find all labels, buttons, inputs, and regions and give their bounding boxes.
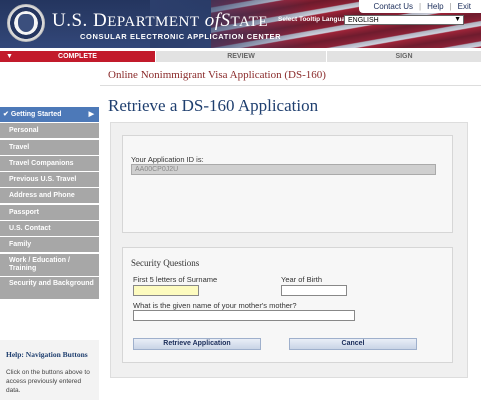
- sidebar-item-address-and-phone[interactable]: Address and Phone: [0, 188, 99, 204]
- security-questions-title: Security Questions: [131, 258, 200, 268]
- app-id-label: Your Application ID is:: [131, 155, 204, 164]
- sidebar-item-us-contact[interactable]: U.S. Contact: [0, 221, 99, 237]
- language-label: Select Tooltip Language: [278, 16, 353, 23]
- language-select[interactable]: ENGLISH ▼: [344, 15, 464, 25]
- security-answer-input[interactable]: [133, 310, 355, 321]
- sidebar-item-travel-companions[interactable]: Travel Companions: [0, 155, 99, 171]
- application-id-box: [122, 135, 453, 233]
- contact-us-link[interactable]: Contact Us: [367, 2, 419, 11]
- exit-link[interactable]: Exit: [452, 2, 477, 11]
- sidebar-item-personal[interactable]: Personal: [0, 123, 99, 139]
- surname-label: First 5 letters of Surname: [133, 275, 218, 284]
- birth-year-label: Year of Birth: [281, 275, 322, 284]
- app-id-field: AA00CP0J2U: [131, 164, 436, 175]
- security-question-label: What is the given name of your mother's …: [133, 301, 297, 310]
- sidebar-item-previous-us-travel[interactable]: Previous U.S. Travel: [0, 172, 99, 188]
- help-link[interactable]: Help: [421, 2, 449, 11]
- sidebar-item-travel[interactable]: Travel: [0, 139, 99, 155]
- nav-review[interactable]: REVIEW: [155, 51, 326, 62]
- header-subtitle: CONSULAR ELECTRONIC APPLICATION CENTER: [80, 32, 282, 41]
- birth-year-input[interactable]: [281, 285, 347, 296]
- sidebar-item-security-background[interactable]: Security and Background: [0, 276, 99, 299]
- check-icon: ✔: [3, 111, 9, 118]
- department-seal-icon: [7, 4, 45, 42]
- sidebar-item-passport[interactable]: Passport: [0, 204, 99, 220]
- top-links: Contact Us | Help | Exit: [359, 0, 481, 13]
- page-title: Retrieve a DS-160 Application: [108, 96, 319, 115]
- nav-complete[interactable]: ▼ COMPLETE: [0, 51, 155, 62]
- department-title: U.S. DEPARTMENT ofSTATE: [52, 10, 268, 31]
- surname-input[interactable]: [133, 285, 199, 296]
- sidebar: ✔ Getting Started ▶ Personal Travel Trave…: [0, 107, 99, 300]
- triangle-down-icon: ▼: [6, 53, 13, 60]
- help-panel: Help: Navigation Buttons Click on the bu…: [0, 340, 99, 400]
- sidebar-item-work-education[interactable]: Work / Education / Training: [0, 253, 99, 276]
- progress-nav: ▼ COMPLETE REVIEW SIGN: [0, 51, 481, 62]
- help-text: Click on the buttons above to access pre…: [6, 369, 90, 394]
- divider: [100, 85, 481, 86]
- form-title: Online Nonimmigrant Visa Application (DS…: [108, 69, 326, 81]
- nav-sign[interactable]: SIGN: [326, 51, 481, 62]
- header-banner: U.S. DEPARTMENT ofSTATE CONSULAR ELECTRO…: [0, 0, 481, 48]
- cancel-button[interactable]: Cancel: [289, 338, 417, 350]
- sidebar-item-family[interactable]: Family: [0, 237, 99, 253]
- sidebar-item-getting-started[interactable]: ✔ Getting Started ▶: [0, 107, 99, 122]
- help-title: Help: Navigation Buttons: [6, 350, 88, 359]
- chevron-down-icon: ▼: [454, 16, 461, 23]
- chevron-right-icon: ▶: [88, 111, 94, 118]
- retrieve-application-button[interactable]: Retrieve Application: [133, 338, 261, 350]
